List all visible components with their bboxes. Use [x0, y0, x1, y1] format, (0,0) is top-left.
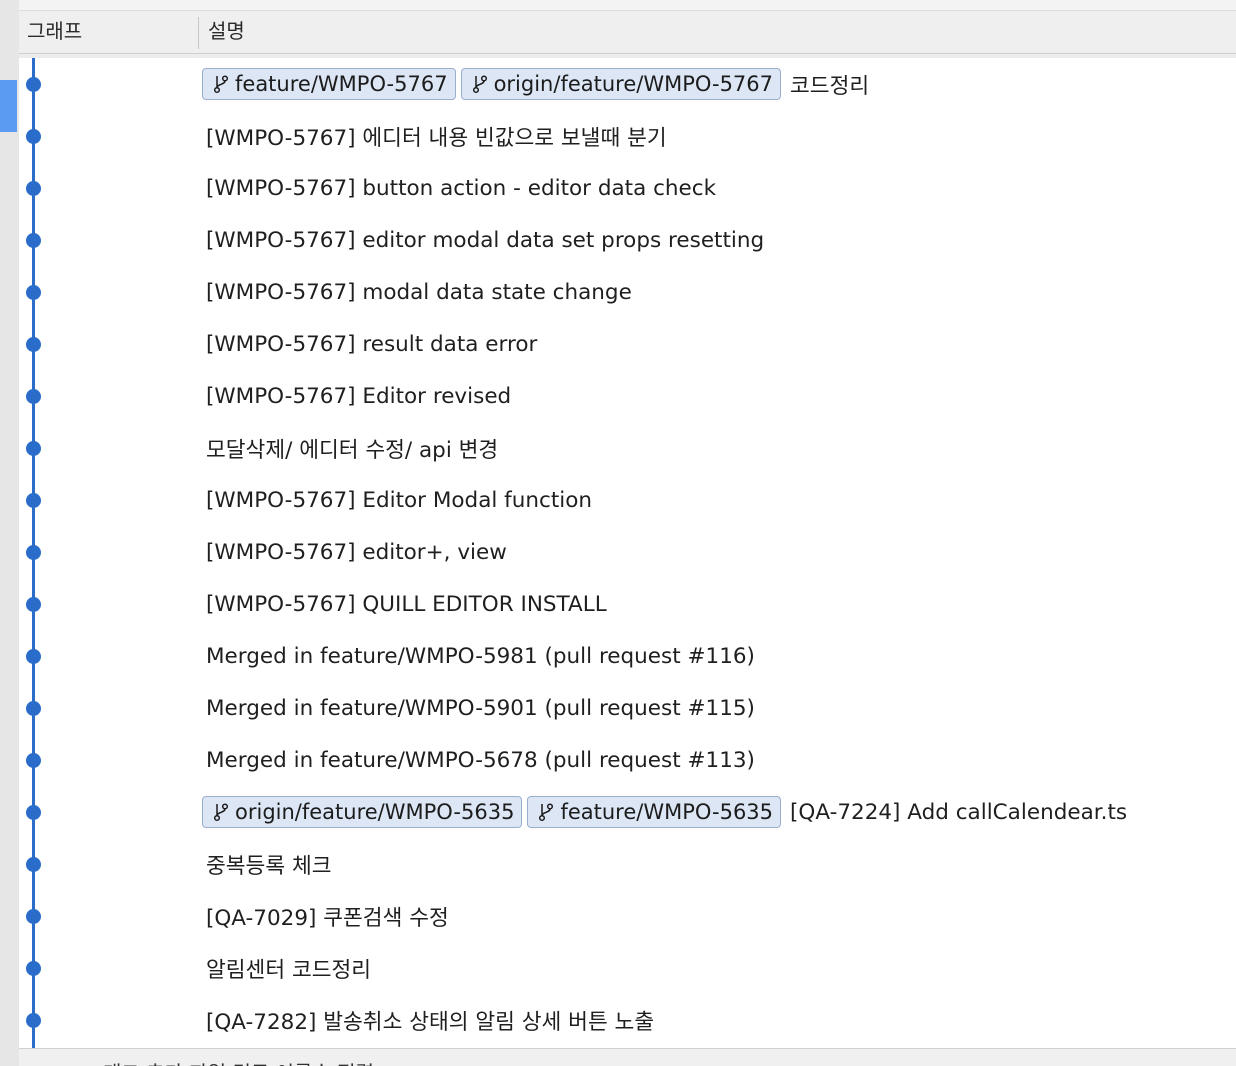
- commit-description: [WMPO-5767] editor+, view: [202, 526, 507, 578]
- commit-node: [26, 1013, 41, 1028]
- branch-icon: [213, 74, 229, 94]
- commit-message: 중복등록 체크: [206, 853, 332, 879]
- column-divider[interactable]: [198, 17, 199, 49]
- branch-tag[interactable]: feature/WMPO-5767: [202, 68, 456, 100]
- commit-message: [WMPO-5767] 에디터 내용 빈값으로 보낼때 분기: [206, 125, 667, 151]
- commit-description: 알림센터 코드정리: [202, 942, 371, 994]
- commit-node: [26, 285, 41, 300]
- commit-row[interactable]: 중복등록 체크: [19, 838, 1236, 890]
- commit-row[interactable]: [QA-7282] 발송취소 상태의 알림 상세 버튼 노출: [19, 994, 1236, 1046]
- commit-message: [WMPO-5767] Editor revised: [206, 383, 512, 409]
- commit-description: feature/WMPO-5767 origin/feature/WMPO-576…: [202, 58, 869, 110]
- branch-tag-label: origin/feature/WMPO-5635: [235, 800, 515, 824]
- commit-node: [26, 233, 41, 248]
- branch-tag-label: feature/WMPO-5767: [235, 72, 448, 96]
- commit-row[interactable]: 알림센터 코드정리: [19, 942, 1236, 994]
- commit-description: [WMPO-5767] modal data state change: [202, 266, 632, 318]
- commit-row[interactable]: [WMPO-5767] QUILL EDITOR INSTALL: [19, 578, 1236, 630]
- commit-row[interactable]: [WMPO-5767] Editor revised: [19, 370, 1236, 422]
- top-strip: [19, 0, 1236, 10]
- commit-node: [26, 805, 41, 820]
- commit-row[interactable]: feature/WMPO-5767 origin/feature/WMPO-576…: [19, 58, 1236, 110]
- commit-description: Merged in feature/WMPO-5981 (pull reques…: [202, 630, 755, 682]
- commit-row[interactable]: [WMPO-5767] editor modal data set props …: [19, 214, 1236, 266]
- selection-marker: [0, 80, 17, 132]
- commit-node: [26, 337, 41, 352]
- commit-node: [26, 961, 41, 976]
- commit-row[interactable]: [WMPO-5767] result data error: [19, 318, 1236, 370]
- commit-node: [26, 77, 41, 92]
- commit-row[interactable]: [WMPO-5767] modal data state change: [19, 266, 1236, 318]
- graph-column-header[interactable]: 그래프: [27, 11, 82, 53]
- branch-tag-label: feature/WMPO-5635: [560, 800, 774, 824]
- commit-description: 모달삭제/ 에디터 수정/ api 변경: [202, 422, 498, 474]
- commit-description: [QA-7029] 쿠폰검색 수정: [202, 890, 449, 942]
- commit-node: [26, 701, 41, 716]
- commit-description: origin/feature/WMPO-5635 feature/WMPO-563…: [202, 786, 1127, 838]
- commit-node: [26, 493, 41, 508]
- commit-message: 모달삭제/ 에디터 수정/ api 변경: [206, 437, 499, 463]
- commit-node: [26, 545, 41, 560]
- commit-description: [WMPO-5767] button action - editor data …: [202, 162, 716, 214]
- commit-message: [WMPO-5767] button action - editor data …: [206, 175, 717, 201]
- history-view: 그래프 설명 feature/WMPO-5767 origin/feature/W…: [0, 0, 1236, 1066]
- branch-tag[interactable]: origin/feature/WMPO-5767: [460, 68, 782, 100]
- commit-row[interactable]: origin/feature/WMPO-5635 feature/WMPO-563…: [19, 786, 1236, 838]
- commit-message: [WMPO-5767] result data error: [206, 331, 538, 357]
- commit-description: [WMPO-5767] result data error: [202, 318, 537, 370]
- branch-icon: [213, 802, 229, 822]
- commit-message: [WMPO-5767] QUILL EDITOR INSTALL: [206, 591, 607, 617]
- column-header: 그래프 설명: [19, 10, 1236, 54]
- commit-description: 중복등록 체크: [202, 838, 332, 890]
- commit-node: [26, 129, 41, 144]
- commit-description: [WMPO-5767] Editor Modal function: [202, 474, 592, 526]
- left-gutter: [0, 0, 19, 1066]
- description-column-header[interactable]: 설명: [208, 11, 245, 53]
- commit-description: Merged in feature/WMPO-5678 (pull reques…: [202, 734, 755, 786]
- commit-node: [26, 389, 41, 404]
- commit-list: feature/WMPO-5767 origin/feature/WMPO-576…: [19, 58, 1236, 1048]
- commit-description: [WMPO-5767] editor modal data set props …: [202, 214, 764, 266]
- commit-node: [26, 441, 41, 456]
- commit-row[interactable]: Merged in feature/WMPO-5678 (pull reques…: [19, 734, 1236, 786]
- commit-message: [QA-7029] 쿠폰검색 수정: [206, 905, 449, 931]
- commit-node: [26, 753, 41, 768]
- branch-tag-label: origin/feature/WMPO-5767: [493, 72, 774, 96]
- footer-bar: 태그 추가 파일 경로 이름순 정렬: [19, 1048, 1236, 1066]
- commit-message: [QA-7224] Add callCalendear.ts: [790, 799, 1128, 825]
- branch-tag[interactable]: origin/feature/WMPO-5635: [202, 796, 523, 828]
- commit-row[interactable]: [QA-7029] 쿠폰검색 수정: [19, 890, 1236, 942]
- commit-message: Merged in feature/WMPO-5981 (pull reques…: [206, 643, 755, 669]
- commit-node: [26, 597, 41, 612]
- commit-row[interactable]: [WMPO-5767] button action - editor data …: [19, 162, 1236, 214]
- commit-row[interactable]: Merged in feature/WMPO-5901 (pull reques…: [19, 682, 1236, 734]
- commit-node: [26, 909, 41, 924]
- branch-icon: [472, 74, 488, 94]
- commit-message: Merged in feature/WMPO-5678 (pull reques…: [206, 747, 755, 773]
- commit-description: [QA-7282] 발송취소 상태의 알림 상세 버튼 노출: [202, 994, 654, 1046]
- commit-row[interactable]: [WMPO-5767] editor+, view: [19, 526, 1236, 578]
- commit-description: [WMPO-5767] QUILL EDITOR INSTALL: [202, 578, 607, 630]
- commit-row[interactable]: [WMPO-5767] Editor Modal function: [19, 474, 1236, 526]
- commit-description: [WMPO-5767] Editor revised: [202, 370, 511, 422]
- commit-message: [WMPO-5767] editor+, view: [206, 539, 507, 565]
- commit-message: [WMPO-5767] modal data state change: [206, 279, 632, 305]
- footer-text: 태그 추가 파일 경로 이름순 정렬: [103, 1057, 374, 1066]
- commit-message: 알림센터 코드정리: [206, 957, 372, 983]
- commit-node: [26, 649, 41, 664]
- branch-tag[interactable]: feature/WMPO-5635: [527, 796, 782, 828]
- commit-message: 코드정리: [790, 73, 870, 99]
- commit-node: [26, 181, 41, 196]
- commit-message: [QA-7282] 발송취소 상태의 알림 상세 버튼 노출: [206, 1009, 655, 1035]
- branch-icon: [538, 802, 554, 822]
- commit-message: [WMPO-5767] editor modal data set props …: [206, 227, 765, 253]
- commit-row[interactable]: [WMPO-5767] 에디터 내용 빈값으로 보낼때 분기: [19, 110, 1236, 162]
- commit-description: Merged in feature/WMPO-5901 (pull reques…: [202, 682, 755, 734]
- commit-message: [WMPO-5767] Editor Modal function: [206, 487, 593, 513]
- commit-row[interactable]: 모달삭제/ 에디터 수정/ api 변경: [19, 422, 1236, 474]
- commit-message: Merged in feature/WMPO-5901 (pull reques…: [206, 695, 755, 721]
- commit-node: [26, 857, 41, 872]
- commit-description: [WMPO-5767] 에디터 내용 빈값으로 보낼때 분기: [202, 110, 667, 162]
- commit-row[interactable]: Merged in feature/WMPO-5981 (pull reques…: [19, 630, 1236, 682]
